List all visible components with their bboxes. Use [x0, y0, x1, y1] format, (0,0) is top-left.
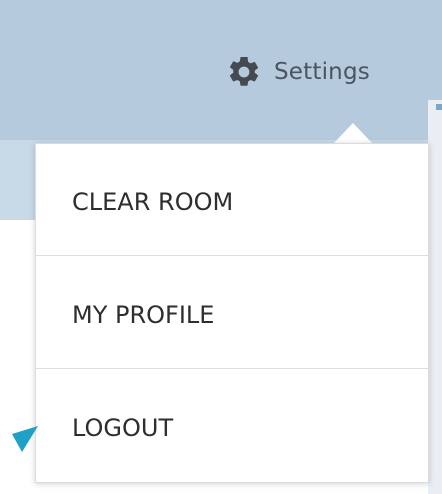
settings-label: Settings [274, 59, 370, 85]
menu-item-clear-room[interactable]: CLEAR ROOM [36, 146, 428, 258]
dropdown-caret [333, 123, 373, 144]
menu-divider [36, 255, 428, 256]
page-edge [428, 100, 442, 494]
gear-icon [229, 56, 259, 86]
menu-item-my-profile[interactable]: MY PROFILE [36, 259, 428, 371]
annotation-arrow-icon [12, 426, 38, 452]
menu-item-logout[interactable]: LOGOUT [36, 372, 428, 484]
top-bar [0, 0, 442, 140]
settings-button[interactable]: Settings [226, 52, 370, 92]
menu-divider [36, 368, 428, 369]
page-edge-accent [436, 104, 442, 110]
settings-dropdown-menu: CLEAR ROOM MY PROFILE LOGOUT [35, 143, 429, 483]
